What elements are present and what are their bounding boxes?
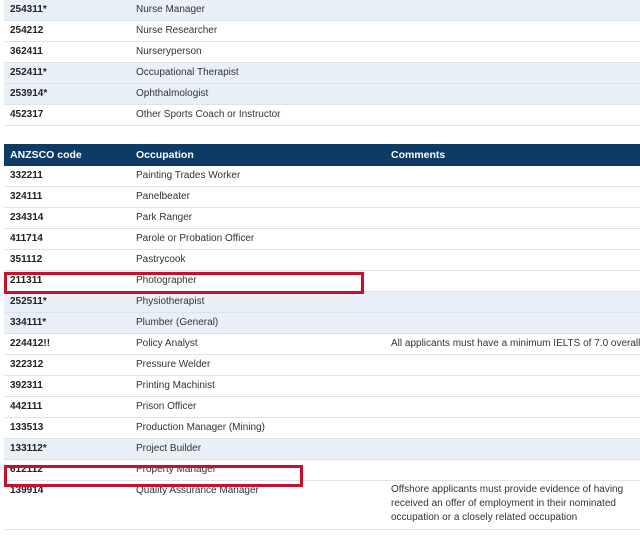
table-row: 253914* Ophthalmologist: [4, 84, 640, 105]
table-row: 392311 Printing Machinist: [4, 376, 640, 397]
comment-text: All applicants must have a minimum IELTS…: [391, 338, 640, 349]
anzsco-code: 254311*: [10, 4, 47, 15]
table-row: 332211 Painting Trades Worker: [4, 166, 640, 187]
occupation-name: Panelbeater: [136, 191, 190, 202]
table-row: 133112* Project Builder: [4, 439, 640, 460]
occupation-name: Nurseryperson: [136, 46, 202, 57]
anzsco-code: 362411: [10, 46, 43, 57]
table-row: 133513 Production Manager (Mining): [4, 418, 640, 439]
anzsco-code: 332211: [10, 170, 43, 181]
anzsco-code: 253914*: [10, 88, 48, 99]
table-row: 411714 Parole or Probation Officer: [4, 229, 640, 250]
table-row: 234314 Park Ranger: [4, 208, 640, 229]
occupation-name: Physiotherapist: [136, 296, 205, 307]
anzsco-code: 612112: [10, 464, 43, 475]
anzsco-code: 452317: [10, 109, 44, 120]
occupation-name: Pressure Welder: [136, 359, 211, 370]
anzsco-code: 322312: [10, 359, 44, 370]
anzsco-code: 442111: [10, 401, 43, 412]
anzsco-code: 252411*: [10, 67, 47, 78]
occupation-name: Pastrycook: [136, 254, 186, 265]
anzsco-code: 133513: [10, 422, 44, 433]
anzsco-code: 351112: [10, 254, 43, 265]
table-row: 252511* Physiotherapist: [4, 292, 640, 313]
occupation-name: Painting Trades Worker: [136, 170, 241, 181]
anzsco-code: 392311: [10, 380, 43, 391]
occupation-name: Prison Officer: [136, 401, 197, 412]
occupation-name: Nurse Manager: [136, 4, 205, 15]
anzsco-code: 411714: [10, 233, 43, 244]
table-row: 324111 Panelbeater: [4, 187, 640, 208]
anzsco-code: 254212: [10, 25, 44, 36]
anzsco-code: 139914: [10, 485, 44, 496]
table-header: ANZSCO code Occupation Comments: [4, 144, 640, 166]
occupation-name: Policy Analyst: [136, 338, 198, 349]
table-row: 224412!! Policy Analyst All applicants mus…: [4, 334, 640, 355]
header-occupation: Occupation: [136, 149, 194, 161]
table-row: 351112 Pastrycook: [4, 250, 640, 271]
occupation-name: Ophthalmologist: [136, 88, 209, 99]
anzsco-code: 224412!!: [10, 338, 51, 349]
anzsco-code: 211311: [10, 275, 43, 286]
occupation-name: Park Ranger: [136, 212, 193, 223]
occupation-name: Property Manager: [136, 464, 217, 475]
occupation-table-main: 332211 Painting Trades Worker 324111 Panelb…: [4, 166, 640, 530]
occupation-name: Printing Machinist: [136, 380, 215, 391]
occupation-name: Production Manager (Mining): [136, 422, 265, 433]
header-comments: Comments: [391, 149, 446, 161]
occupation-table-top: 254311* Nurse Manager 254212 Nurse Research…: [4, 0, 640, 126]
table-row: 362411 Nurseryperson: [4, 42, 640, 63]
comment-text: Offshore applicants must provide evidenc…: [391, 484, 624, 523]
header-code: ANZSCO code: [10, 149, 82, 161]
occupation-name: Parole or Probation Officer: [136, 233, 255, 244]
occupation-name: Plumber (General): [136, 317, 219, 328]
table-row: 442111 Prison Officer: [4, 397, 640, 418]
table-row: 322312 Pressure Welder: [4, 355, 640, 376]
table-row: 334111* Plumber (General): [4, 313, 640, 334]
table-row: 139914 Quality Assurance Manager Offshore …: [4, 481, 640, 530]
table-row: 254311* Nurse Manager: [4, 0, 640, 21]
occupation-name: Occupational Therapist: [136, 67, 239, 78]
anzsco-code: 334111*: [10, 317, 47, 328]
occupation-name: Other Sports Coach or Instructor: [136, 109, 281, 120]
table-row: 254212 Nurse Researcher: [4, 21, 640, 42]
occupation-name: Quality Assurance Manager: [136, 485, 259, 496]
table-row: 252411* Occupational Therapist: [4, 63, 640, 84]
anzsco-code: 234314: [10, 212, 44, 223]
anzsco-code: 133112*: [10, 443, 47, 454]
occupation-name: Photographer: [136, 275, 197, 286]
occupation-name: Nurse Researcher: [136, 25, 218, 36]
occupation-name: Project Builder: [136, 443, 202, 454]
table-row: 452317 Other Sports Coach or Instructor: [4, 105, 640, 126]
anzsco-code: 324111: [10, 191, 43, 202]
table-row: 211311 Photographer: [4, 271, 640, 292]
anzsco-code: 252511*: [10, 296, 47, 307]
table-row: 612112 Property Manager: [4, 460, 640, 481]
